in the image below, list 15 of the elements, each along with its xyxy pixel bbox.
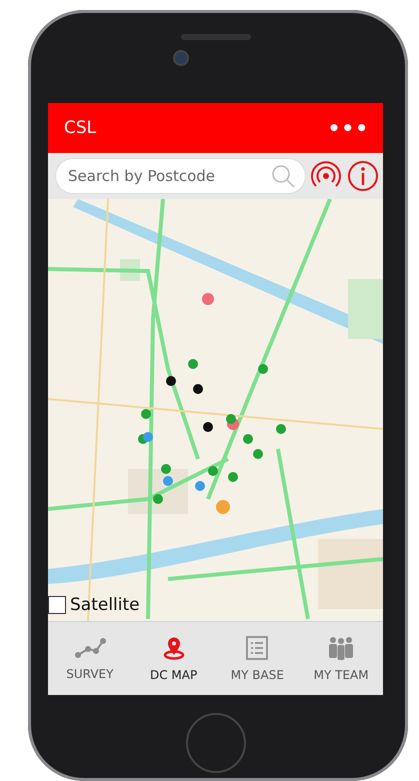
list-icon [246,636,268,660]
nav-tab[interactable]: MY TEAM [299,630,383,688]
search-field[interactable]: Search by Postcode [56,159,305,193]
satellite-checkbox[interactable]: Satellite [48,595,140,615]
camera-lens [172,50,188,66]
team-icon [328,636,354,660]
map-pin-icon [162,636,186,660]
app-title: CSL [64,118,96,138]
search-input[interactable]: Search by Postcode [66,166,265,186]
info-icon[interactable] [347,160,379,192]
nav-tab[interactable]: DC MAP [132,630,216,688]
more-menu-button[interactable]: ••• [328,116,369,140]
nav-tab[interactable]: SURVEY [48,630,132,686]
nav-tab[interactable]: MY BASE [216,630,300,688]
line-chart-icon [74,636,106,658]
